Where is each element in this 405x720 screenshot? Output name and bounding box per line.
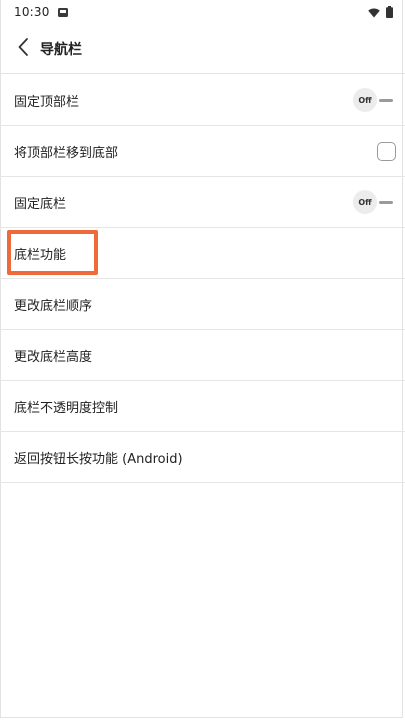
setting-label: 返回按钮长按功能 (Android) (14, 451, 183, 467)
settings-list: 固定顶部栏 Off 将顶部栏移到底部 固定底栏 Off 底栏功能 更改底栏顺序 … (0, 75, 405, 483)
toggle-knob: Off (353, 88, 377, 112)
setting-change-bottom-bar-order[interactable]: 更改底栏顺序 (0, 279, 405, 330)
setting-label: 将顶部栏移到底部 (14, 145, 119, 161)
status-bar: 10:30 (0, 0, 405, 24)
battery-icon (386, 3, 393, 22)
setting-bottom-bar-functions[interactable]: 底栏功能 (0, 228, 405, 279)
toggle-track (379, 200, 393, 204)
setting-change-bottom-bar-height[interactable]: 更改底栏高度 (0, 330, 405, 381)
setting-move-top-bar-to-bottom[interactable]: 将顶部栏移到底部 (0, 126, 405, 177)
app-header: 导航栏 (0, 24, 405, 74)
toggle-knob: Off (353, 190, 377, 214)
status-time: 10:30 (14, 5, 50, 19)
fixed-top-bar-toggle[interactable]: Off (353, 88, 393, 112)
setting-back-button-long-press[interactable]: 返回按钮长按功能 (Android) (0, 432, 405, 483)
page-title: 导航栏 (40, 41, 82, 58)
setting-fixed-bottom-bar[interactable]: 固定底栏 Off (0, 177, 405, 228)
wifi-icon (368, 3, 380, 22)
setting-label: 底栏不透明度控制 (14, 400, 119, 416)
notification-icon (57, 7, 68, 17)
status-bar-left: 10:30 (14, 5, 68, 19)
setting-label: 更改底栏高度 (14, 349, 93, 365)
status-bar-right (368, 3, 393, 22)
chevron-left-icon (17, 37, 29, 61)
toggle-track (379, 98, 393, 102)
setting-bottom-bar-opacity[interactable]: 底栏不透明度控制 (0, 381, 405, 432)
setting-label: 底栏功能 (14, 247, 67, 263)
setting-label: 固定顶部栏 (14, 94, 80, 110)
move-top-bar-checkbox[interactable] (377, 141, 396, 161)
setting-label: 固定底栏 (14, 196, 67, 212)
setting-fixed-top-bar[interactable]: 固定顶部栏 Off (0, 75, 405, 126)
back-button[interactable] (14, 37, 32, 61)
fixed-bottom-bar-toggle[interactable]: Off (353, 190, 393, 214)
setting-label: 更改底栏顺序 (14, 298, 93, 314)
